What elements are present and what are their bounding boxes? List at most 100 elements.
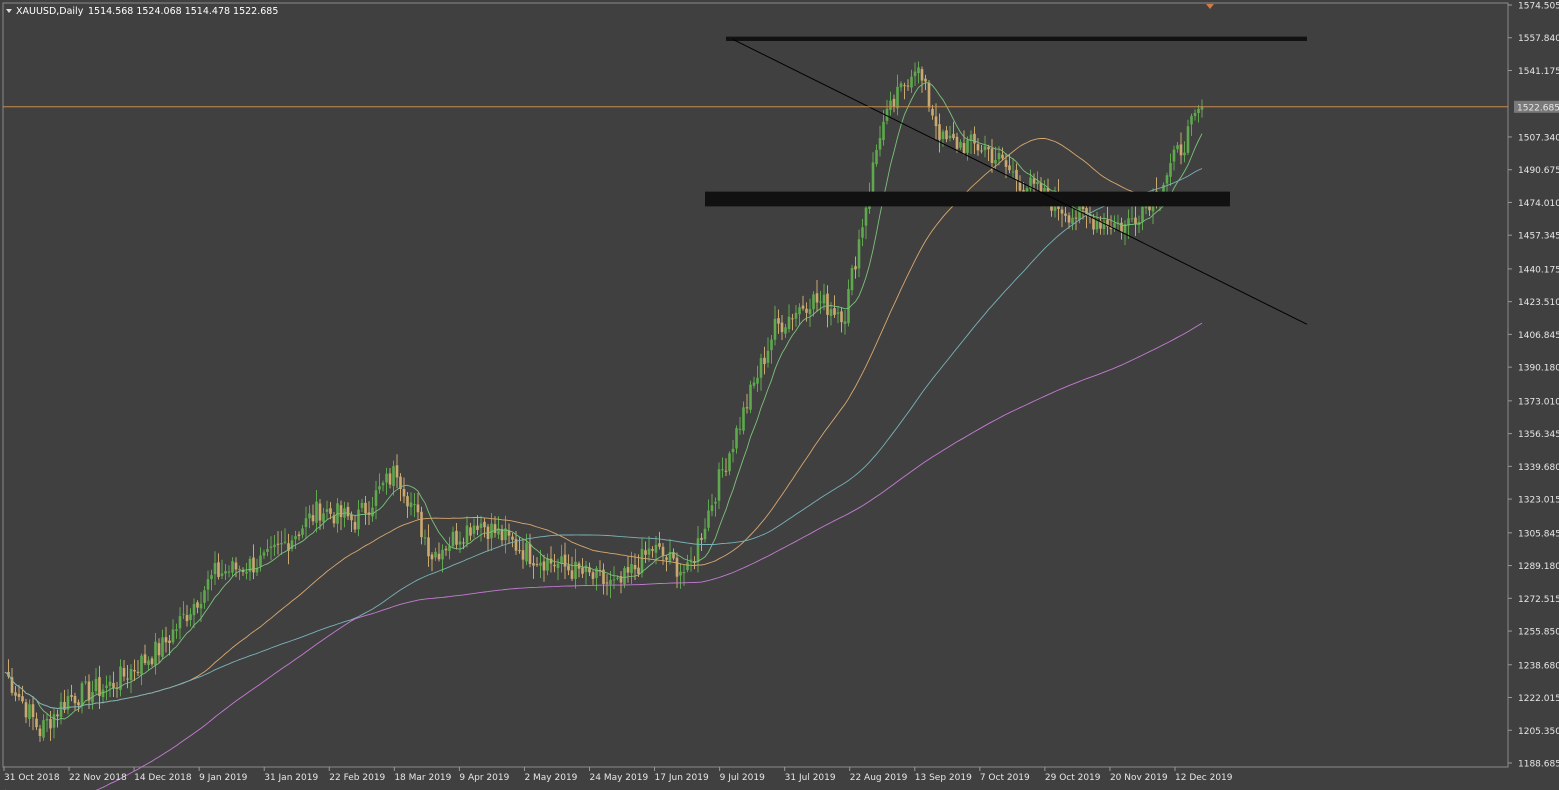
candle[interactable] (357, 500, 360, 537)
candle[interactable] (122, 659, 126, 682)
candle[interactable] (1169, 153, 1172, 186)
candle[interactable] (602, 563, 605, 595)
candle[interactable] (430, 552, 434, 572)
candle[interactable] (819, 291, 822, 314)
candle[interactable] (1190, 113, 1193, 136)
candle[interactable] (717, 462, 721, 510)
candle[interactable] (66, 689, 70, 715)
candle[interactable] (70, 684, 73, 702)
candle[interactable] (304, 506, 308, 539)
candle[interactable] (735, 425, 738, 454)
candle[interactable] (987, 144, 990, 162)
candle[interactable] (416, 492, 420, 520)
candle[interactable] (1172, 145, 1176, 171)
candle[interactable] (91, 680, 94, 710)
candle[interactable] (374, 480, 378, 520)
candle[interactable] (532, 555, 535, 579)
candle[interactable] (518, 537, 521, 554)
candle[interactable] (1141, 202, 1144, 231)
candle[interactable] (882, 110, 885, 146)
candle[interactable] (196, 600, 199, 614)
candle[interactable] (346, 502, 350, 520)
candle[interactable] (308, 505, 311, 529)
candle[interactable] (339, 500, 343, 531)
candle[interactable] (507, 523, 511, 545)
candle[interactable] (1095, 211, 1099, 233)
candle[interactable] (108, 675, 112, 698)
candle[interactable] (752, 376, 756, 389)
candle[interactable] (854, 256, 857, 279)
candle[interactable] (1029, 169, 1032, 194)
candle[interactable] (364, 495, 367, 525)
price-chart[interactable]: 1574.505 1557.840 1541.175 1507.340 1490.675… (0, 0, 1559, 790)
candle[interactable] (409, 492, 413, 516)
candle[interactable] (311, 504, 315, 526)
candle[interactable] (332, 511, 336, 528)
trendline[interactable] (732, 38, 1308, 325)
candle[interactable] (896, 74, 899, 116)
candle[interactable] (721, 457, 724, 478)
candle[interactable] (140, 653, 143, 686)
candle[interactable] (878, 125, 882, 157)
candle[interactable] (255, 558, 259, 577)
candle[interactable] (689, 546, 693, 572)
candle[interactable] (353, 515, 357, 533)
candle[interactable] (476, 515, 479, 536)
candle[interactable] (157, 638, 161, 663)
candle[interactable] (189, 608, 192, 627)
candle[interactable] (31, 696, 35, 731)
candle[interactable] (1130, 204, 1134, 223)
candle[interactable] (227, 565, 231, 578)
candle[interactable] (28, 699, 31, 727)
candle[interactable] (619, 571, 623, 594)
candle[interactable] (742, 401, 745, 435)
candle[interactable] (952, 121, 955, 141)
candle[interactable] (161, 629, 164, 660)
candle[interactable] (563, 542, 567, 580)
candle[interactable] (24, 698, 28, 724)
candle[interactable] (546, 553, 549, 576)
candle[interactable] (584, 560, 588, 585)
candle[interactable] (651, 546, 654, 558)
candle[interactable] (395, 454, 399, 489)
candle[interactable] (210, 569, 213, 591)
candle[interactable] (665, 554, 668, 572)
candle[interactable] (980, 145, 983, 154)
candle[interactable] (577, 561, 581, 578)
candle[interactable] (388, 468, 392, 489)
candle[interactable] (129, 664, 133, 694)
candle[interactable] (661, 543, 665, 565)
candle[interactable] (542, 554, 546, 582)
candle[interactable] (224, 563, 227, 580)
candle[interactable] (647, 536, 651, 563)
candle[interactable] (136, 659, 140, 677)
candle[interactable] (945, 126, 948, 143)
candle[interactable] (1176, 141, 1179, 153)
chart-container[interactable]: 1574.505 1557.840 1541.175 1507.340 1490.675… (0, 0, 1559, 790)
candle[interactable] (784, 324, 787, 338)
candle[interactable] (983, 135, 987, 158)
candle[interactable] (402, 477, 406, 504)
candle[interactable] (465, 516, 469, 548)
candle[interactable] (413, 492, 416, 518)
candle[interactable] (87, 674, 91, 710)
candle[interactable] (112, 671, 115, 698)
candle[interactable] (427, 524, 430, 567)
candle[interactable] (297, 531, 301, 541)
candle[interactable] (283, 528, 287, 545)
candle[interactable] (686, 554, 689, 573)
candle[interactable] (1179, 132, 1183, 165)
candle[interactable] (787, 304, 791, 333)
candle[interactable] (371, 497, 374, 522)
candle[interactable] (325, 500, 329, 520)
candle[interactable] (626, 556, 630, 583)
candle[interactable] (885, 99, 889, 125)
candle[interactable] (892, 94, 896, 113)
candle[interactable] (441, 544, 444, 573)
candle[interactable] (756, 365, 759, 392)
candle[interactable] (185, 605, 189, 627)
candle[interactable] (948, 125, 952, 142)
candle[interactable] (808, 298, 812, 327)
candle[interactable] (959, 139, 962, 151)
candle[interactable] (1106, 206, 1109, 235)
